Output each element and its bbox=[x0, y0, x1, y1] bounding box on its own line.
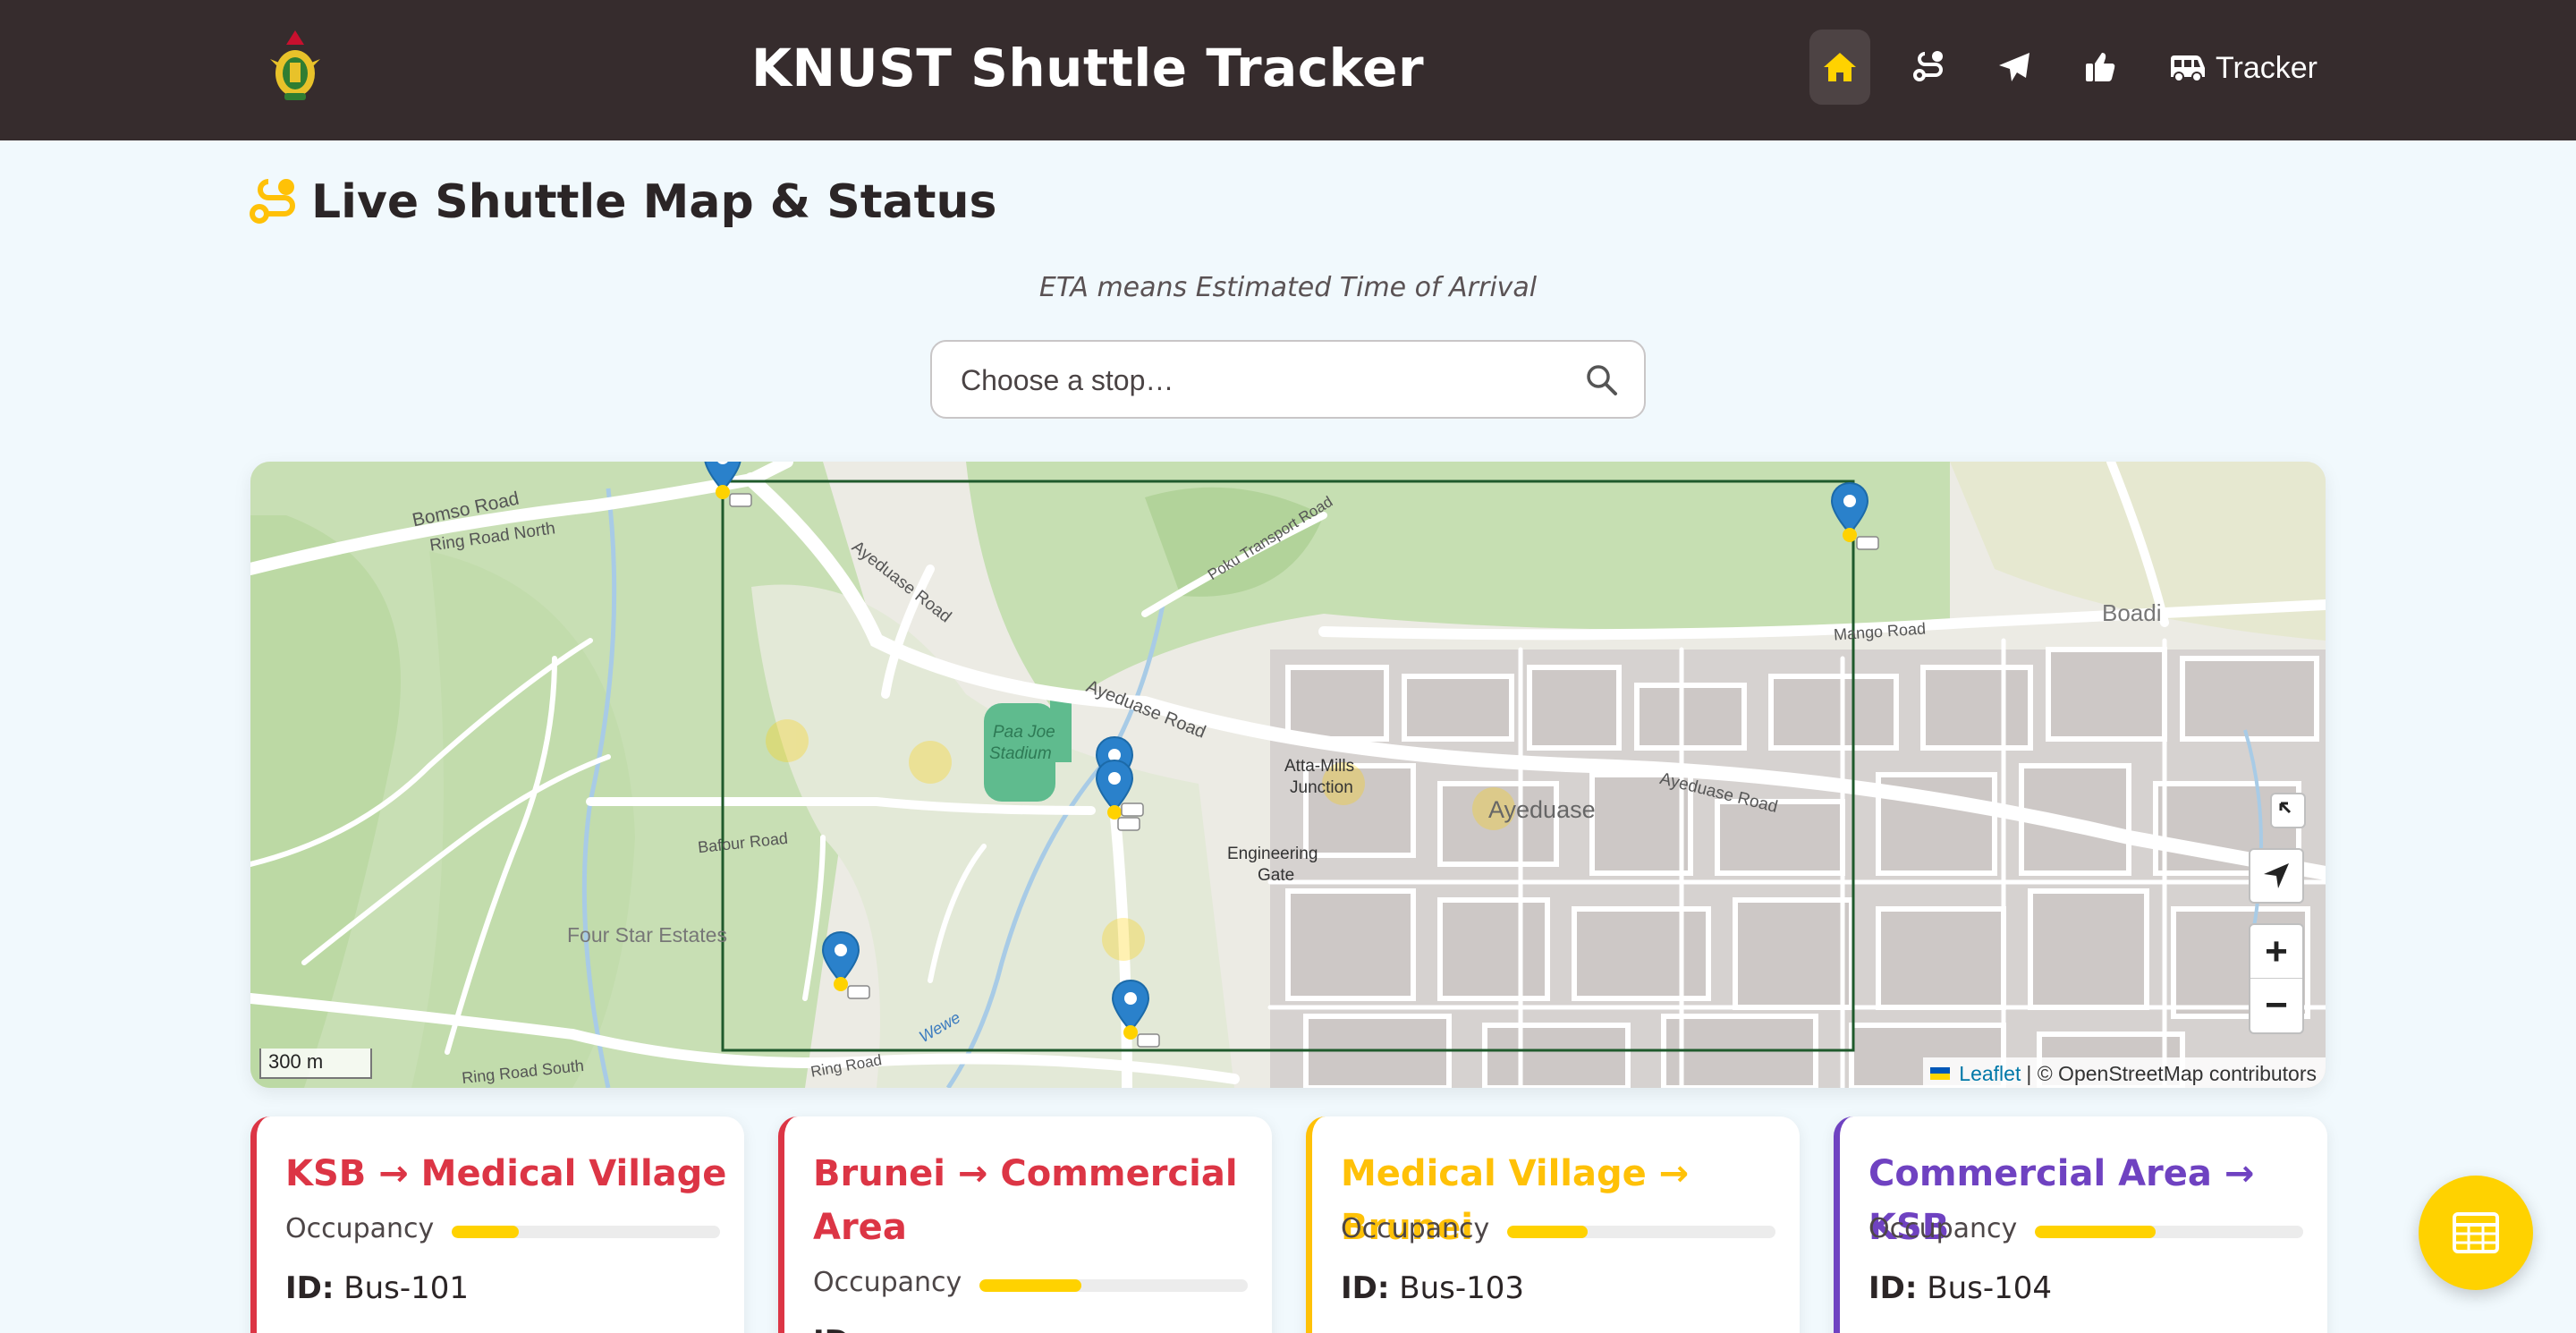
top-navbar: KNUST Shuttle Tracker Tracker bbox=[0, 0, 2576, 140]
shuttle-marker[interactable] bbox=[703, 462, 757, 510]
bus-id-label: ID: bbox=[285, 1270, 335, 1306]
occupancy-bar bbox=[2035, 1226, 2303, 1238]
shuttle-marker[interactable] bbox=[1830, 481, 1884, 553]
app-title: KNUST Shuttle Tracker bbox=[751, 38, 1425, 98]
home-icon bbox=[1824, 53, 1856, 81]
map-label-engineering: Engineering bbox=[1227, 845, 1318, 863]
nav-tracker[interactable]: Tracker bbox=[2169, 45, 2318, 91]
map-label-gate: Gate bbox=[1258, 866, 1295, 885]
page-title-text: Live Shuttle Map & Status bbox=[311, 175, 997, 229]
bus-id: ID: bbox=[813, 1324, 861, 1333]
paper-plane-icon bbox=[1999, 53, 2029, 81]
occupancy-label: Occupancy bbox=[813, 1267, 962, 1298]
nav-feedback[interactable] bbox=[2070, 30, 2131, 105]
fullscreen-button[interactable] bbox=[2270, 793, 2306, 828]
stop-search[interactable] bbox=[930, 340, 1646, 419]
occupancy-label: Occupancy bbox=[285, 1213, 435, 1244]
page-title: Live Shuttle Map & Status bbox=[249, 175, 996, 229]
route-card[interactable]: Commercial Area → KSB Occupancy ID: Bus-… bbox=[1834, 1116, 2327, 1333]
schedule-table-button[interactable] bbox=[2419, 1176, 2533, 1290]
nav-send[interactable] bbox=[1984, 30, 2045, 105]
map-label-paa-joe: Paa Joe bbox=[993, 723, 1055, 742]
bus-id-label: ID: bbox=[813, 1324, 861, 1333]
live-map[interactable]: Bomso Road Ring Road North Ayeduase Road… bbox=[250, 462, 2326, 1088]
occupancy-fill bbox=[979, 1279, 1081, 1292]
knust-logo[interactable] bbox=[265, 27, 326, 109]
thumbs-up-icon bbox=[2086, 53, 2115, 81]
bus-id: ID: Bus-104 bbox=[1868, 1270, 2052, 1306]
bus-id-value: Bus-101 bbox=[343, 1270, 470, 1306]
van-icon bbox=[2171, 55, 2205, 82]
search-icon[interactable] bbox=[1585, 363, 1619, 397]
occupancy-fill bbox=[1507, 1226, 1588, 1238]
table-grid-icon bbox=[2453, 1212, 2499, 1253]
map-label-ayeduase: Ayeduase bbox=[1488, 796, 1596, 823]
route-title: Brunei → Commercial Area bbox=[813, 1153, 1238, 1248]
occupancy-fill bbox=[452, 1226, 519, 1238]
eta-note: ETA means Estimated Time of Arrival bbox=[1038, 272, 1538, 303]
bus-id: ID: Bus-103 bbox=[1341, 1270, 1524, 1306]
bus-id-label: ID: bbox=[1341, 1270, 1390, 1306]
route-card[interactable]: Brunei → Commercial Area Occupancy ID: bbox=[778, 1116, 1272, 1333]
occupancy-fill bbox=[2035, 1226, 2156, 1238]
route-title: KSB → Medical Village bbox=[285, 1153, 727, 1194]
nav-routes[interactable] bbox=[1898, 30, 1959, 105]
map-label-four-star-estates: Four Star Estates bbox=[567, 923, 727, 947]
bus-id-value: Bus-103 bbox=[1399, 1270, 1525, 1306]
map-label-stadium: Stadium bbox=[989, 744, 1052, 763]
shuttle-marker[interactable] bbox=[1095, 759, 1157, 839]
map-attribution: Leaflet | © OpenStreetMap contributors bbox=[1923, 1057, 2326, 1088]
route-card[interactable]: Medical Village → Brunei Occupancy ID: B… bbox=[1306, 1116, 1800, 1333]
osm-attribution: | © OpenStreetMap contributors bbox=[2026, 1061, 2317, 1085]
occupancy-bar bbox=[979, 1279, 1248, 1292]
zoom-out-button[interactable]: − bbox=[2250, 979, 2302, 1032]
bus-id-label: ID: bbox=[1868, 1270, 1918, 1306]
map-label-junction: Junction bbox=[1290, 778, 1353, 797]
locate-me-button[interactable] bbox=[2249, 848, 2304, 904]
route-icon bbox=[250, 179, 295, 224]
bus-id-value: Bus-104 bbox=[1927, 1270, 2053, 1306]
occupancy-label: Occupancy bbox=[1341, 1213, 1490, 1244]
location-arrow-icon bbox=[2264, 863, 2289, 888]
tracker-label: Tracker bbox=[2216, 50, 2318, 85]
bus-id: ID: Bus-101 bbox=[285, 1270, 469, 1306]
route-card[interactable]: KSB → Medical Village Occupancy ID: Bus-… bbox=[250, 1116, 744, 1333]
map-label-boadi: Boadi bbox=[2102, 599, 2162, 626]
collapse-arrow-icon bbox=[2279, 802, 2292, 814]
map-scale: 300 m bbox=[259, 1049, 372, 1079]
map-label-atta-mills: Atta-Mills bbox=[1284, 757, 1355, 776]
occupancy-bar bbox=[452, 1226, 720, 1238]
zoom-in-button[interactable]: + bbox=[2250, 925, 2302, 979]
stop-search-input[interactable] bbox=[961, 358, 1569, 403]
shuttle-marker[interactable] bbox=[1111, 979, 1165, 1050]
occupancy-bar bbox=[1507, 1226, 1775, 1238]
route-icon bbox=[1913, 51, 1943, 81]
leaflet-link[interactable]: Leaflet bbox=[1959, 1062, 2021, 1086]
occupancy-label: Occupancy bbox=[1868, 1213, 2018, 1244]
ukraine-flag-icon bbox=[1930, 1067, 1951, 1080]
zoom-control: + − bbox=[2249, 923, 2304, 1034]
shuttle-marker[interactable] bbox=[821, 930, 875, 1002]
nav-home[interactable] bbox=[1809, 30, 1870, 105]
